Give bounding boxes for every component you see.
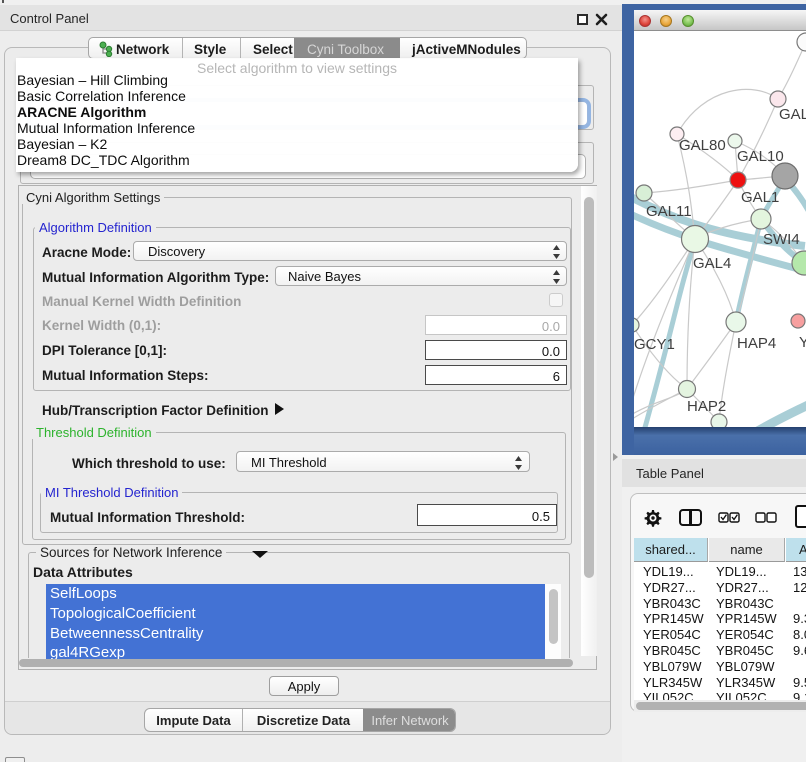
svg-text:GAL4: GAL4 — [693, 255, 731, 272]
svg-text:GAL80: GAL80 — [679, 137, 726, 154]
svg-text:GAL10: GAL10 — [737, 148, 784, 165]
svg-text:GAL1: GAL1 — [741, 189, 779, 206]
svg-text:GCY1: GCY1 — [634, 336, 675, 353]
svg-text:SWI4: SWI4 — [763, 231, 800, 248]
svg-text:HAP2: HAP2 — [687, 398, 726, 415]
svg-text:GAL11: GAL11 — [646, 203, 692, 220]
svg-text:GAL7: GAL7 — [779, 106, 806, 123]
svg-text:Y: Y — [799, 334, 806, 351]
svg-text:HAP4: HAP4 — [737, 335, 776, 352]
